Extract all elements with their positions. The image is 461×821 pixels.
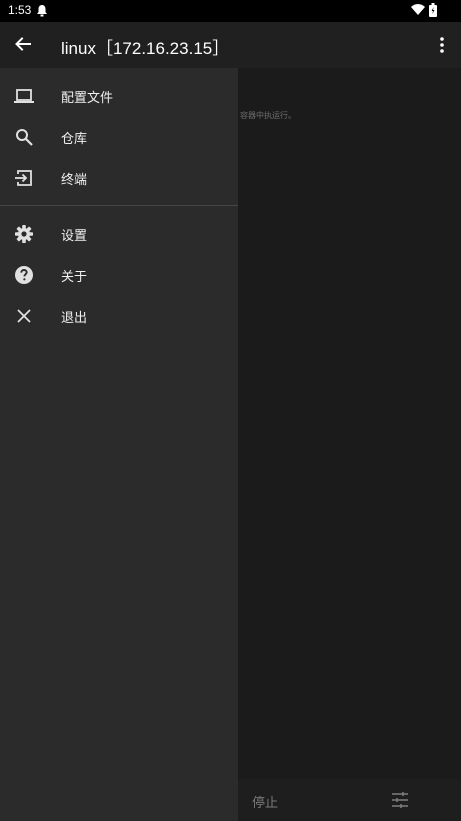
battery-icon bbox=[429, 3, 437, 17]
gear-icon bbox=[15, 225, 33, 243]
status-time: 1:53 bbox=[8, 3, 32, 17]
stop-button[interactable]: 停止 bbox=[252, 792, 278, 811]
main-content bbox=[238, 68, 461, 779]
background-hint-text: 容器中执运行。 bbox=[240, 111, 296, 120]
close-icon bbox=[17, 309, 31, 323]
drawer-item-profiles[interactable]: 配置文件 bbox=[0, 75, 238, 116]
exit-to-app-icon bbox=[15, 170, 32, 186]
page-title: linux［172.16.23.15］ bbox=[61, 39, 230, 58]
drawer-item-label: 退出 bbox=[61, 311, 88, 326]
more-vert-icon[interactable] bbox=[436, 36, 448, 54]
drawer-item-label: 终端 bbox=[61, 173, 88, 188]
back-arrow-icon[interactable] bbox=[14, 35, 32, 53]
status-bar: 1:53 bbox=[0, 0, 461, 22]
app-screen: 1:53 linux［172.16.23.15］ 容器中执运行。 停止 配置文件… bbox=[0, 0, 461, 821]
drawer-item-about[interactable]: 关于 bbox=[0, 254, 238, 295]
drawer-item-label: 关于 bbox=[61, 270, 88, 285]
tune-icon[interactable] bbox=[391, 791, 409, 809]
drawer-item-label: 设置 bbox=[61, 229, 88, 244]
laptop-icon bbox=[14, 89, 34, 103]
drawer-item-label: 配置文件 bbox=[61, 91, 114, 106]
drawer-item-label: 仓库 bbox=[61, 132, 88, 147]
drawer-item-exit[interactable]: 退出 bbox=[0, 295, 238, 336]
drawer-item-terminal[interactable]: 终端 bbox=[0, 157, 238, 198]
drawer-divider bbox=[0, 205, 238, 206]
wifi-icon bbox=[411, 4, 425, 15]
search-icon bbox=[16, 129, 33, 146]
drawer-item-settings[interactable]: 设置 bbox=[0, 213, 238, 254]
help-icon bbox=[15, 266, 33, 284]
app-bar: linux［172.16.23.15］ bbox=[0, 22, 461, 68]
navigation-drawer: 配置文件 仓库 终端 设置 关于 退出 bbox=[0, 68, 238, 821]
drawer-item-repository[interactable]: 仓库 bbox=[0, 116, 238, 157]
notification-icon bbox=[37, 5, 47, 17]
